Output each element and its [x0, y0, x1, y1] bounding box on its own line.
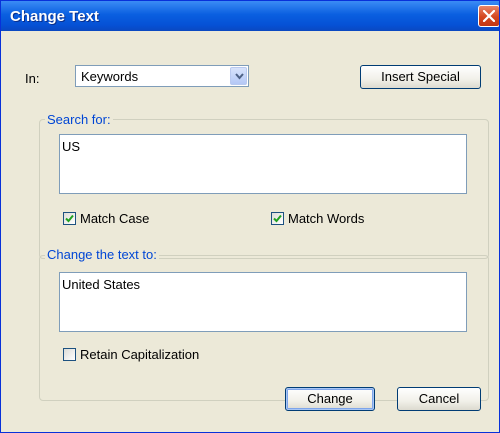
- change-button[interactable]: Change: [285, 387, 375, 411]
- replacement-text-field[interactable]: United States: [59, 272, 467, 332]
- cancel-button[interactable]: Cancel: [397, 387, 481, 411]
- in-dropdown-value: Keywords: [81, 69, 139, 84]
- chevron-down-icon: [235, 73, 244, 80]
- match-case-label[interactable]: Match Case: [80, 211, 149, 226]
- checkmark-icon: [273, 214, 282, 223]
- match-words-checkbox[interactable]: [271, 212, 284, 225]
- search-text-field[interactable]: US: [59, 134, 467, 194]
- title-bar[interactable]: Change Text: [1, 1, 499, 31]
- replacement-text-value: United States: [62, 277, 141, 292]
- change-text-legend: Change the text to:: [45, 247, 159, 262]
- close-button[interactable]: [478, 5, 499, 27]
- close-icon: [483, 10, 495, 22]
- dialog-body: In: Keywords Insert Special Search for: …: [5, 31, 493, 430]
- in-dropdown[interactable]: Keywords: [75, 65, 249, 87]
- retain-capitalization-label[interactable]: Retain Capitalization: [80, 347, 199, 362]
- window-title: Change Text: [10, 8, 99, 25]
- match-case-checkbox[interactable]: [63, 212, 76, 225]
- change-text-dialog: Change Text In: Keywords Insert Special …: [0, 0, 500, 433]
- search-text-value: US: [62, 139, 81, 154]
- in-label: In:: [25, 71, 40, 86]
- search-for-legend: Search for:: [45, 112, 113, 127]
- insert-special-button[interactable]: Insert Special: [360, 65, 481, 89]
- checkmark-icon: [65, 214, 74, 223]
- retain-capitalization-checkbox[interactable]: [63, 348, 76, 361]
- dropdown-arrow-button[interactable]: [230, 67, 247, 85]
- match-words-label[interactable]: Match Words: [288, 211, 364, 226]
